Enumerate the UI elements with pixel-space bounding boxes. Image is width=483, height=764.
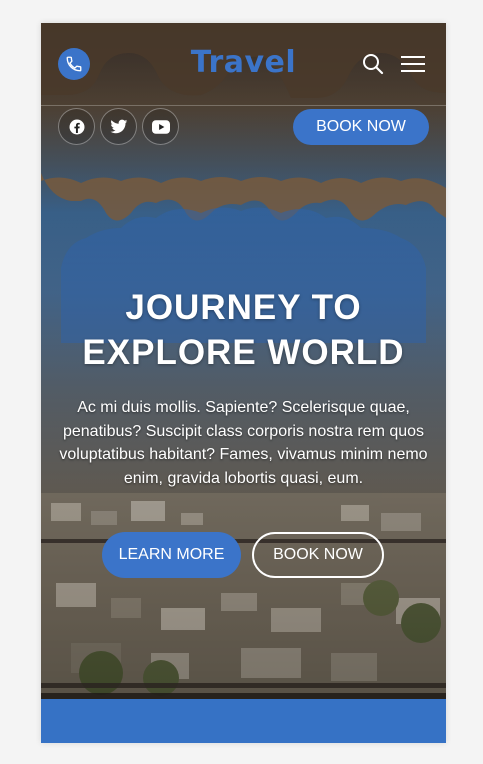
- header: Travel: [41, 23, 446, 106]
- book-now-button[interactable]: BOOK NOW: [252, 532, 384, 578]
- mobile-page: Travel BOOK NOW JOURNEY TO EXPLORE WORLD…: [41, 23, 446, 743]
- hamburger-menu-icon: [401, 56, 425, 72]
- search-button[interactable]: [362, 53, 384, 75]
- hero-section: Travel BOOK NOW JOURNEY TO EXPLORE WORLD…: [41, 23, 446, 699]
- twitter-icon: [109, 119, 127, 133]
- headline-line-2: EXPLORE WORLD: [82, 333, 405, 372]
- book-now-header-button[interactable]: BOOK NOW: [293, 109, 429, 145]
- youtube-icon: [151, 119, 170, 134]
- search-icon: [363, 54, 384, 75]
- learn-more-button[interactable]: LEARN MORE: [102, 532, 241, 578]
- youtube-link[interactable]: [142, 108, 179, 145]
- twitter-link[interactable]: [100, 108, 137, 145]
- hero-description: Ac mi duis mollis. Sapiente? Scelerisque…: [59, 399, 428, 487]
- menu-button[interactable]: [399, 54, 427, 74]
- hero-headline: JOURNEY TO EXPLORE WORLD: [41, 285, 446, 375]
- headline-line-1: JOURNEY TO: [125, 288, 362, 327]
- brand-logo[interactable]: Travel: [41, 45, 446, 80]
- facebook-link[interactable]: [58, 108, 95, 145]
- bottom-section-band: [41, 699, 446, 743]
- facebook-icon: [69, 119, 84, 134]
